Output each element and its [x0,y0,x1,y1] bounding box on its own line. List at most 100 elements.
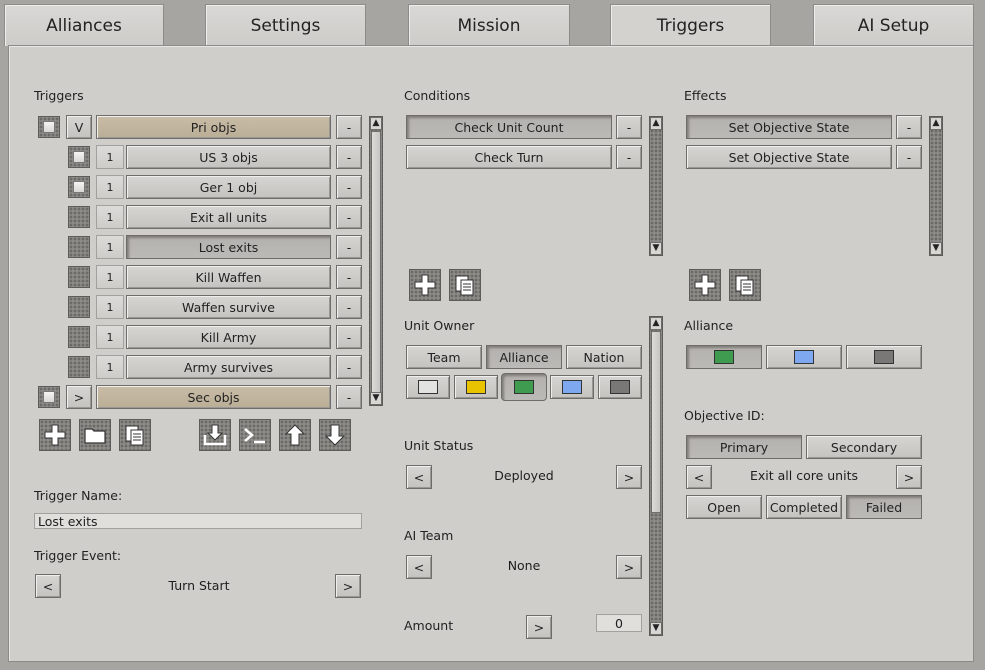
copy-icon[interactable] [449,269,481,301]
remove-condition-button[interactable]: - [616,115,642,139]
trigger-item[interactable]: Army survives [126,355,331,379]
remove-condition-button[interactable]: - [616,145,642,169]
owner-color-white[interactable] [406,375,450,399]
remove-effect-button[interactable]: - [896,145,922,169]
unit-status-next-button[interactable]: > [616,465,642,489]
objective-prev-button[interactable]: < [686,465,712,489]
trigger-event-next-button[interactable]: > [335,574,361,598]
owner-mode-nation[interactable]: Nation [566,345,642,369]
ai-team-prev-button[interactable]: < [406,555,432,579]
trigger-enable-checkbox[interactable] [68,176,90,198]
scroll-thumb[interactable] [651,331,661,513]
ai-team-next-button[interactable]: > [616,555,642,579]
tab-triggers[interactable]: Triggers [610,4,771,46]
console-icon[interactable] [239,419,271,451]
trigger-item[interactable]: Exit all units [126,205,331,229]
scroll-down-arrow[interactable]: ▼ [370,392,382,405]
scroll-up-arrow[interactable]: ▲ [370,117,382,130]
copy-icon[interactable] [119,419,151,451]
trigger-item[interactable]: Ger 1 obj [126,175,331,199]
scroll-up-arrow[interactable]: ▲ [650,317,662,330]
trigger-event-prev-button[interactable]: < [35,574,61,598]
alliance-color-green[interactable] [686,345,762,369]
owner-color-gray[interactable] [598,375,642,399]
condition-item-selected[interactable]: Check Unit Count [406,115,612,139]
remove-trigger-button[interactable]: - [336,115,362,139]
effect-item-selected[interactable]: Set Objective State [686,115,892,139]
copy-icon[interactable] [729,269,761,301]
group-enable-checkbox[interactable] [38,386,60,408]
conditions-scrollbar[interactable]: ▲ ▼ [649,116,663,256]
remove-trigger-button[interactable]: - [336,235,362,259]
trigger-enable-checkbox[interactable] [68,236,90,258]
remove-trigger-button[interactable]: - [336,325,362,349]
trigger-enable-checkbox[interactable] [68,266,90,288]
alliance-color-gray[interactable] [846,345,922,369]
unit-status-prev-button[interactable]: < [406,465,432,489]
trigger-enable-checkbox[interactable] [68,296,90,318]
effects-scrollbar[interactable]: ▲ ▼ [929,116,943,256]
move-down-icon[interactable] [319,419,351,451]
remove-trigger-button[interactable]: - [336,205,362,229]
group-enable-checkbox[interactable] [38,116,60,138]
scroll-up-arrow[interactable]: ▲ [930,117,942,130]
trigger-enable-checkbox[interactable] [68,356,90,378]
folder-icon[interactable] [79,419,111,451]
state-open-button[interactable]: Open [686,495,762,519]
scroll-thumb[interactable] [371,131,381,393]
condition-params-scrollbar[interactable]: ▲ ▼ [649,316,663,636]
add-icon[interactable] [409,269,441,301]
scroll-down-arrow[interactable]: ▼ [930,242,942,255]
trigger-item-selected[interactable]: Lost exits [126,235,331,259]
owner-mode-team[interactable]: Team [406,345,482,369]
amount-input[interactable]: 0 [596,614,642,632]
remove-trigger-button[interactable]: - [336,145,362,169]
state-failed-button[interactable]: Failed [846,495,922,519]
trigger-count: 1 [96,175,124,199]
trigger-enable-checkbox[interactable] [68,326,90,348]
trigger-enable-checkbox[interactable] [68,206,90,228]
trigger-group-primary[interactable]: Pri objs [96,115,331,139]
effect-item[interactable]: Set Objective State [686,145,892,169]
triggers-scrollbar[interactable]: ▲ ▼ [369,116,383,406]
condition-item[interactable]: Check Turn [406,145,612,169]
owner-mode-alliance[interactable]: Alliance [486,345,562,369]
owner-color-yellow[interactable] [454,375,498,399]
owner-color-blue[interactable] [550,375,594,399]
objective-id-label: Objective ID: [684,408,765,423]
add-icon[interactable] [689,269,721,301]
scroll-down-arrow[interactable]: ▼ [650,242,662,255]
trigger-group-secondary[interactable]: Sec objs [96,385,331,409]
tab-mission[interactable]: Mission [408,4,570,46]
scroll-up-arrow[interactable]: ▲ [650,117,662,130]
remove-trigger-button[interactable]: - [336,175,362,199]
trigger-item[interactable]: Waffen survive [126,295,331,319]
tab-ai-setup[interactable]: AI Setup [813,4,974,46]
import-icon[interactable] [199,419,231,451]
owner-color-green[interactable] [501,373,547,401]
trigger-item[interactable]: US 3 objs [126,145,331,169]
trigger-item[interactable]: Kill Army [126,325,331,349]
move-up-icon[interactable] [279,419,311,451]
remove-trigger-button[interactable]: - [336,295,362,319]
objective-type-primary[interactable]: Primary [686,435,802,459]
remove-effect-button[interactable]: - [896,115,922,139]
trigger-name-input[interactable]: Lost exits [34,513,362,529]
tab-alliances[interactable]: Alliances [4,4,164,46]
scroll-down-arrow[interactable]: ▼ [650,622,662,635]
alliance-label: Alliance [684,318,734,333]
objective-next-button[interactable]: > [896,465,922,489]
trigger-enable-checkbox[interactable] [68,146,90,168]
add-icon[interactable] [39,419,71,451]
state-completed-button[interactable]: Completed [766,495,842,519]
remove-trigger-button[interactable]: - [336,385,362,409]
alliance-color-blue[interactable] [766,345,842,369]
objective-type-secondary[interactable]: Secondary [806,435,922,459]
remove-trigger-button[interactable]: - [336,265,362,289]
group-collapse-button[interactable]: V [66,115,92,139]
amount-next-button[interactable]: > [526,615,552,639]
remove-trigger-button[interactable]: - [336,355,362,379]
tab-settings[interactable]: Settings [205,4,366,46]
group-expand-button[interactable]: > [66,385,92,409]
trigger-item[interactable]: Kill Waffen [126,265,331,289]
